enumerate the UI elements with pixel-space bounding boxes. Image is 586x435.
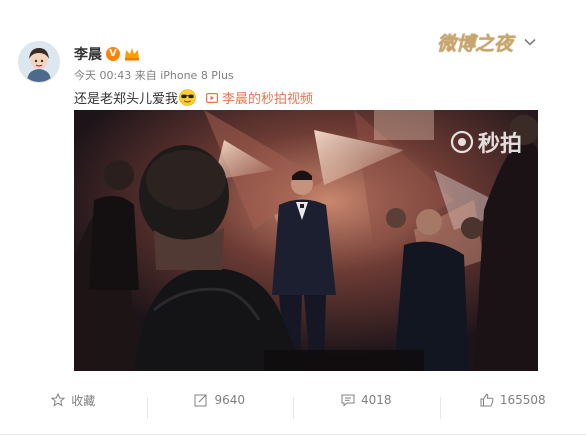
like-count: 165508 — [499, 393, 546, 407]
verified-badge-icon: V — [106, 47, 120, 61]
favorite-label: 收藏 — [71, 393, 96, 408]
sunglasses-emoji-icon — [179, 89, 196, 106]
favorite-button[interactable]: 收藏 — [0, 392, 147, 409]
video-player[interactable]: 秒拍 — [74, 110, 538, 371]
repost-count: 9640 — [214, 393, 246, 407]
chevron-down-icon[interactable] — [522, 34, 538, 50]
comment-button[interactable]: 4018 — [293, 393, 440, 419]
video-link-label: 李晨的秒拍视频 — [222, 92, 314, 107]
avatar[interactable] — [18, 41, 60, 83]
crown-icon — [125, 48, 139, 61]
thumbs-up-icon — [480, 393, 494, 407]
star-icon — [51, 393, 66, 407]
video-link[interactable]: 李晨的秒拍视频 — [206, 88, 313, 107]
miaopai-logo-icon — [450, 130, 474, 154]
author-name-row: 李晨 V — [74, 44, 140, 64]
brand-logo: 微博之夜 — [437, 33, 514, 55]
post-meta[interactable]: 今天 00:43 来自 iPhone 8 Plus — [74, 67, 234, 83]
video-watermark: 秒拍 — [450, 126, 522, 158]
video-link-icon — [206, 92, 219, 103]
weibo-post-card: 李晨 V 今天 00:43 来自 iPhone 8 Plus 还是老郑头儿爱我 … — [0, 0, 586, 435]
watermark-text: 秒拍 — [477, 132, 522, 157]
repost-icon — [194, 394, 207, 407]
post-content: 还是老郑头儿爱我 李晨的秒拍视频 — [74, 88, 313, 107]
repost-button[interactable]: 9640 — [146, 393, 294, 419]
author-name[interactable]: 李晨 — [74, 44, 102, 64]
post-text: 还是老郑头儿爱我 — [74, 92, 179, 107]
comment-icon — [341, 394, 355, 407]
action-bar: 收藏 9640 4018 165508 — [0, 384, 586, 419]
like-button[interactable]: 165508 — [439, 393, 586, 419]
comment-count: 4018 — [360, 393, 392, 407]
